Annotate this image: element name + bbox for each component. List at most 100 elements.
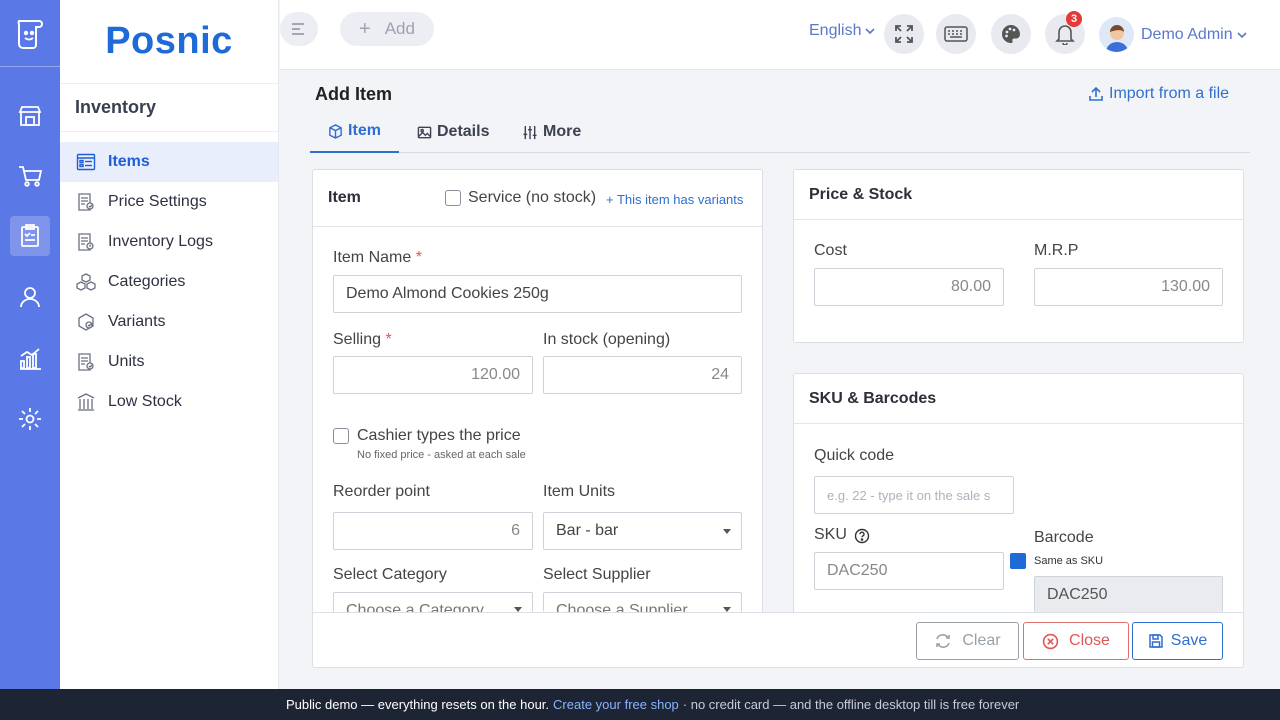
same-as-sku-label: Same as SKU xyxy=(1034,555,1104,567)
plus-icon: + xyxy=(359,17,371,40)
save-button[interactable]: Save xyxy=(1132,622,1223,660)
price-stock-card-header: Price & Stock xyxy=(794,170,1243,220)
sidebar-item-price-settings[interactable]: Price Settings xyxy=(60,182,278,222)
keyboard-button[interactable] xyxy=(936,14,976,54)
sku-input[interactable]: DAC250 xyxy=(814,552,1004,590)
banner-text: Public demo — everything resets on the h… xyxy=(286,697,550,712)
import-link[interactable]: Import from a file xyxy=(1088,85,1229,103)
item-name-input[interactable]: Demo Almond Cookies 250g xyxy=(333,275,742,313)
sidebar-item-units[interactable]: Units xyxy=(60,342,278,382)
cashier-price-checkbox[interactable] xyxy=(333,428,349,444)
quick-code-label: Quick code xyxy=(814,447,895,464)
reports-icon[interactable] xyxy=(10,339,50,379)
supplier-select[interactable]: Choose a Supplier xyxy=(543,592,742,612)
expand-icon xyxy=(895,25,913,43)
reorder-point-input[interactable]: 6 xyxy=(333,512,533,550)
cart-icon[interactable] xyxy=(10,156,50,196)
log-doc-icon xyxy=(75,231,97,253)
align-left-icon xyxy=(292,23,304,35)
barcode-label: Barcode xyxy=(1034,529,1094,546)
sidebar-item-label: Low Stock xyxy=(108,393,182,410)
selling-price-input[interactable]: 120.00 xyxy=(333,356,533,394)
barcode-input[interactable]: DAC250 xyxy=(1034,576,1223,612)
sidebar-item-inventory-logs[interactable]: Inventory Logs xyxy=(60,222,278,262)
item-units-select[interactable]: Bar - bar xyxy=(543,512,742,550)
category-label: Select Category xyxy=(333,566,447,583)
demo-banner: Public demo — everything resets on the h… xyxy=(0,689,1280,720)
same-as-sku-checkbox[interactable] xyxy=(1010,553,1026,569)
sidebar-item-variants[interactable]: Variants xyxy=(60,302,278,342)
sidebar-item-label: Variants xyxy=(108,313,166,330)
tab-item[interactable]: Item xyxy=(310,111,399,153)
cost-input[interactable]: 80.00 xyxy=(814,268,1004,306)
upload-icon xyxy=(1089,86,1103,101)
quick-code-input[interactable]: e.g. 22 - type it on the sale s xyxy=(814,476,1014,514)
variants-icon xyxy=(75,311,97,333)
palette-icon xyxy=(1002,25,1020,43)
avatar[interactable] xyxy=(1099,17,1134,52)
sku-label: SKU xyxy=(814,526,847,543)
service-checkbox[interactable] xyxy=(445,190,461,206)
settings-icon[interactable] xyxy=(10,399,50,439)
fullscreen-button[interactable] xyxy=(884,14,924,54)
add-button[interactable]: + Add xyxy=(340,12,434,46)
tab-bar: Item Details More xyxy=(310,111,1250,153)
sidebar-item-label: Inventory Logs xyxy=(108,233,213,250)
cube-icon xyxy=(329,123,342,139)
mrp-input[interactable]: 130.00 xyxy=(1034,268,1223,306)
tab-label: Details xyxy=(437,123,490,140)
chevron-down-icon xyxy=(865,28,876,35)
notification-badge: 3 xyxy=(1066,11,1082,27)
inventory-icon[interactable] xyxy=(10,216,50,256)
brand-area[interactable]: Posnic xyxy=(60,0,278,84)
category-placeholder: Choose a Category xyxy=(346,602,484,612)
sidebar-item-low-stock[interactable]: Low Stock xyxy=(60,382,278,422)
store-icon[interactable] xyxy=(10,96,50,136)
units-doc-icon xyxy=(75,351,97,373)
tab-label: Item xyxy=(348,122,381,139)
tab-details[interactable]: Details xyxy=(417,111,489,153)
category-select[interactable]: Choose a Category xyxy=(333,592,533,612)
refresh-icon xyxy=(936,634,951,648)
close-button[interactable]: Close xyxy=(1023,622,1129,660)
caret-down-icon xyxy=(723,529,731,534)
item-units-label: Item Units xyxy=(543,483,616,500)
menu-toggle-button[interactable] xyxy=(280,12,318,46)
item-card-title: Item xyxy=(328,189,361,206)
sidebar-item-label: Categories xyxy=(108,273,186,290)
sidebar-item-categories[interactable]: Categories xyxy=(60,262,278,302)
clear-label: Clear xyxy=(962,632,1001,649)
app-logo-icon[interactable] xyxy=(8,12,50,54)
sidebar-item-label: Units xyxy=(108,353,145,370)
price-stock-card: Price & Stock xyxy=(793,169,1244,343)
item-name-label: Item Name * xyxy=(333,249,422,266)
tab-more[interactable]: More xyxy=(522,111,581,153)
selling-label: Selling * xyxy=(333,331,392,348)
item-units-value: Bar - bar xyxy=(556,522,619,539)
notifications-button[interactable]: 3 xyxy=(1045,11,1085,54)
in-stock-input[interactable]: 24 xyxy=(543,356,742,394)
item-card-header: Item Service (no stock) + This item has … xyxy=(313,170,762,227)
create-shop-link[interactable]: Create your free shop xyxy=(553,697,679,712)
language-selector[interactable]: English xyxy=(809,22,876,40)
sliders-icon xyxy=(523,125,537,139)
help-icon[interactable] xyxy=(854,528,870,549)
banner-tail: · no credit card — and the offline deskt… xyxy=(682,697,1020,712)
in-stock-label: In stock (opening) xyxy=(543,331,671,348)
supplier-label: Select Supplier xyxy=(543,566,651,583)
language-label: English xyxy=(809,22,862,39)
variants-link[interactable]: + This item has variants xyxy=(606,192,743,207)
list-icon xyxy=(75,151,97,173)
price-doc-icon xyxy=(75,191,97,213)
low-stock-icon xyxy=(75,391,97,413)
user-name-label: Demo Admin xyxy=(1141,26,1233,43)
supplier-placeholder: Choose a Supplier xyxy=(556,602,688,612)
user-icon[interactable] xyxy=(10,277,50,317)
floppy-icon xyxy=(1149,634,1163,648)
theme-button[interactable] xyxy=(991,14,1031,54)
clear-button[interactable]: Clear xyxy=(916,622,1019,660)
mrp-label: M.R.P xyxy=(1034,242,1079,259)
import-link-label: Import from a file xyxy=(1109,85,1230,102)
sidebar-item-items[interactable]: Items xyxy=(60,142,278,182)
user-menu[interactable]: Demo Admin xyxy=(1141,26,1248,44)
